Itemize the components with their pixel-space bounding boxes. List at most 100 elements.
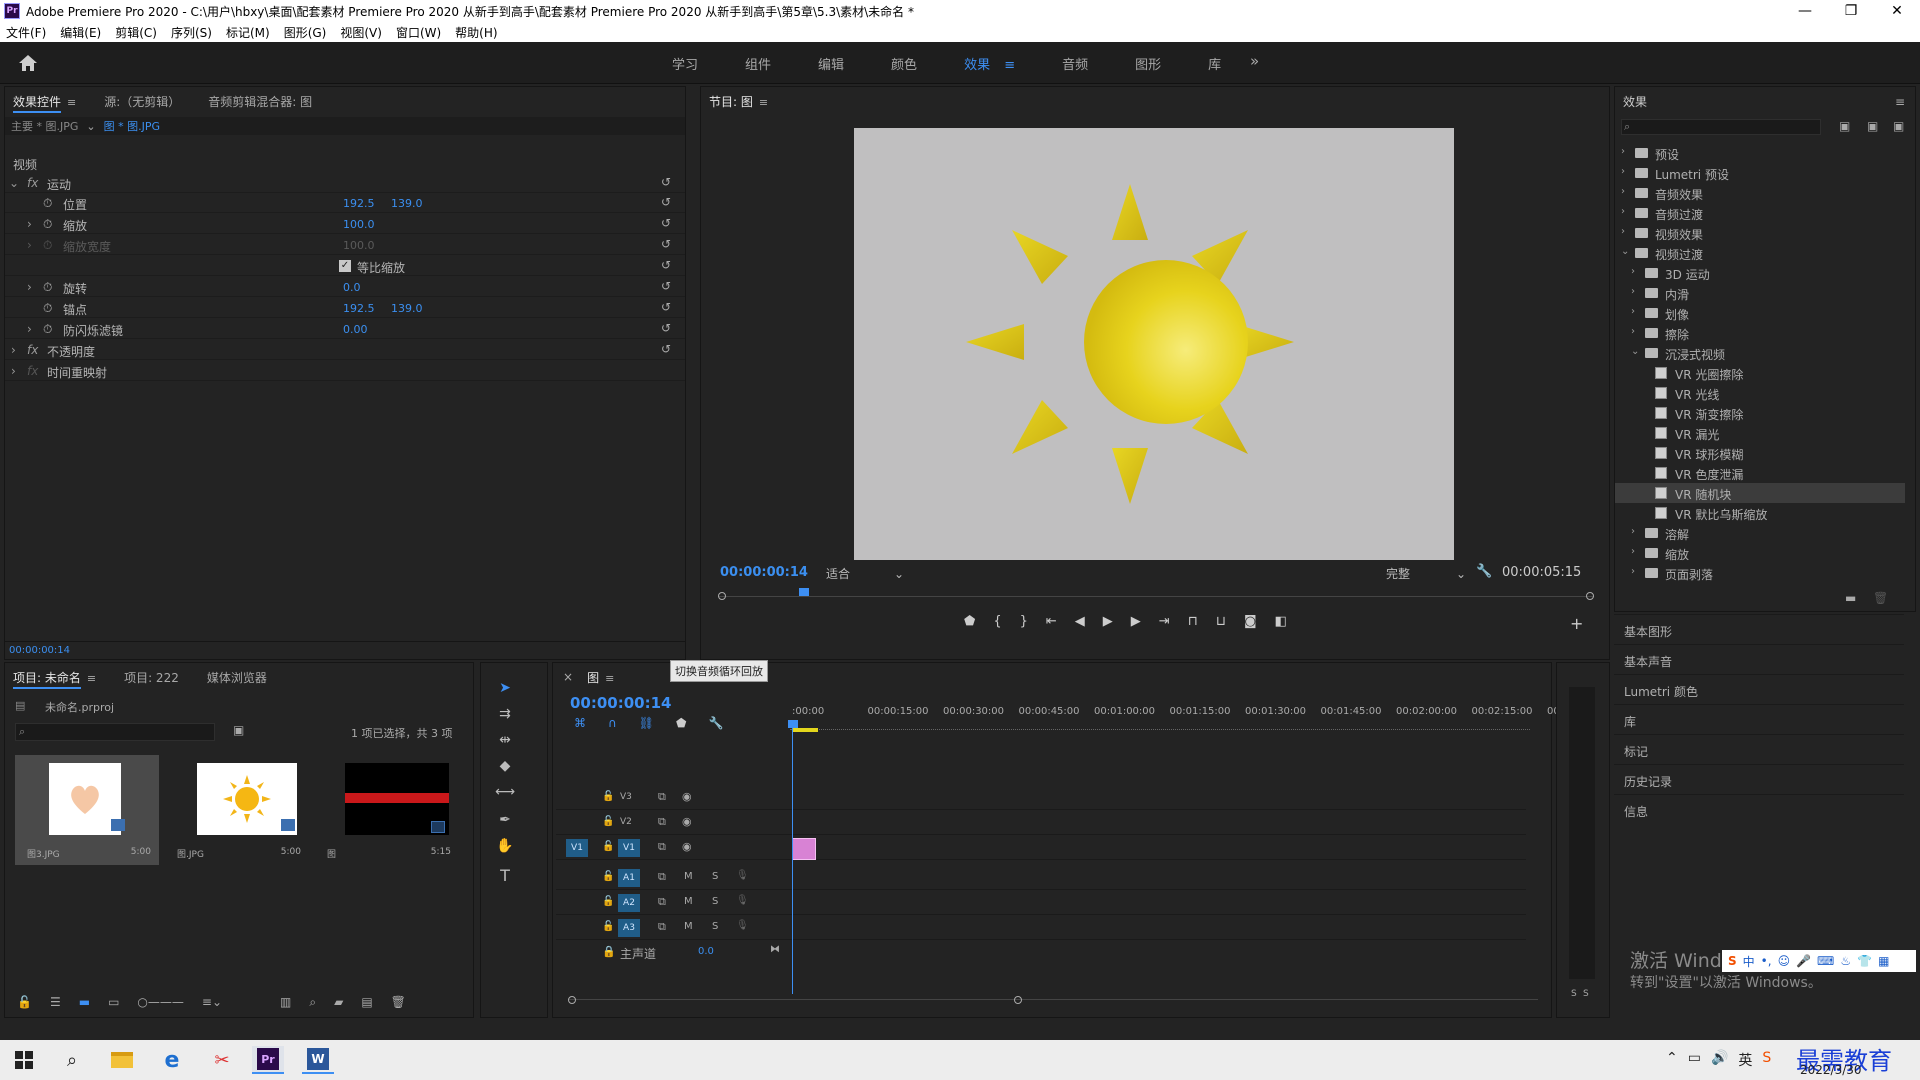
reset-icon[interactable]: ↺ [661,216,671,230]
program-timecode[interactable]: 00:00:00:14 [720,565,808,580]
mark-in-icon[interactable]: { [993,614,1001,629]
scale-value[interactable]: 100.0 [343,218,375,231]
extract-icon[interactable]: ⊔ [1216,614,1226,629]
reset-icon[interactable]: ↺ [661,237,671,251]
tab-audio-clip-mixer[interactable]: 音频剪辑混合器: 图 [208,93,312,110]
mic-icon[interactable]: 🎤 [1796,954,1811,968]
timeline-scrollbar[interactable] [568,996,1538,1004]
chevron-right-icon[interactable]: › [11,364,16,378]
effect-item[interactable]: VR 渐变擦除 [1615,403,1905,423]
new-bin-icon[interactable]: ▬ [1845,591,1856,605]
lock-icon[interactable]: 🔓 [602,816,614,827]
export-frame-icon[interactable]: ◙ [1244,614,1257,629]
project-item-sun[interactable]: 图.JPG 5:00 [165,755,309,865]
chevron-down-icon[interactable]: ⌄ [1631,346,1639,357]
chevron-right-icon[interactable]: › [1631,546,1635,557]
stopwatch-icon[interactable]: ⏱ [43,196,52,211]
chevron-right-icon[interactable]: › [1631,266,1635,277]
trash-icon[interactable]: 🗑 [1873,591,1888,605]
chevron-right-icon[interactable]: › [1631,326,1635,337]
sync-lock-icon[interactable]: ⧉ [658,920,666,934]
fit-select[interactable]: 适合 ⌄ [826,565,904,582]
stopwatch-icon[interactable]: ⏱ [43,280,52,295]
windows-start-icon[interactable] [8,1046,40,1074]
work-area-bar[interactable] [792,728,818,732]
chevron-right-icon[interactable]: › [27,280,32,294]
chevron-right-icon[interactable]: › [1631,306,1635,317]
volume-icon[interactable]: 🔊 [1711,1050,1728,1070]
workspace-tab-editing[interactable]: 编辑 [818,54,844,73]
selection-tool-icon[interactable]: ➤ [494,680,516,702]
workspace-tab-libraries[interactable]: 库 [1208,54,1221,73]
menu-file[interactable]: 文件(F) [6,24,46,41]
new-item-icon[interactable]: ▤ [361,995,372,1009]
solo-button[interactable]: S [712,921,718,932]
solo-right-button[interactable]: S [1583,989,1589,999]
effect-item[interactable]: VR 漏光 [1615,423,1905,443]
sogou-tray-icon[interactable]: S [1762,1050,1771,1070]
sync-lock-icon[interactable]: ⧉ [658,870,666,884]
mute-button[interactable]: M [684,921,693,932]
edge-icon[interactable]: e [156,1046,188,1074]
mic-icon[interactable]: 🎙 [736,895,749,906]
go-to-out-icon[interactable]: ⇥ [1159,614,1170,629]
reset-icon[interactable]: ↺ [661,258,671,272]
mic-icon[interactable]: 🎙 [736,870,749,881]
ime-icon[interactable]: 英 [1738,1050,1752,1070]
tab-project-222[interactable]: 项目: 222 [124,669,179,686]
mute-button[interactable]: M [684,896,693,907]
chevron-down-icon[interactable]: ⌄ [1621,246,1629,257]
automate-icon[interactable]: ▥ [280,995,291,1009]
yuv-effects-icon[interactable]: ▣ [1893,119,1904,133]
sogou-icon[interactable]: S [1728,954,1737,968]
keyboard-icon[interactable]: ⌨ [1817,954,1834,968]
freeform-view-icon[interactable]: ▭ [108,995,119,1009]
chevron-right-icon[interactable]: › [1631,526,1635,537]
effect-item[interactable]: VR 光圈擦除 [1615,363,1905,383]
stopwatch-icon[interactable]: ⏱ [43,301,52,316]
program-time-ruler[interactable] [718,588,1594,602]
chevron-down-icon[interactable]: ⌄ [86,120,95,133]
reset-icon[interactable]: ↺ [661,195,671,209]
active-clip-label[interactable]: 图 * 图.JPG [104,118,160,134]
menu-clip[interactable]: 剪辑(C) [115,24,157,41]
master-clip-label[interactable]: 主要 * 图.JPG [11,118,78,134]
video-clip[interactable] [792,838,816,860]
sync-lock-icon[interactable]: ⧉ [658,790,666,804]
effect-item[interactable]: VR 色度泄漏 [1615,463,1905,483]
lock-icon[interactable]: 🔓 [17,995,32,1009]
chevron-right-icon[interactable]: › [1631,566,1635,577]
sync-lock-icon[interactable]: ⧉ [658,840,666,854]
mute-button[interactable]: M [684,871,693,882]
hand-tool-icon[interactable]: ✋ [494,838,516,860]
menu-window[interactable]: 窗口(W) [396,24,441,41]
effect-item[interactable]: VR 光线 [1615,383,1905,403]
effect-item[interactable]: VR 随机块 [1615,483,1905,503]
icon-view-icon[interactable]: ▬ [79,995,90,1009]
solo-button[interactable]: S [712,871,718,882]
effect-item[interactable]: VR 球形模糊 [1615,443,1905,463]
chevron-down-icon[interactable]: ⌄ [9,176,19,190]
menu-view[interactable]: 视图(V) [340,24,382,41]
wrench-icon[interactable]: 🔧 [1476,564,1492,579]
menu-help[interactable]: 帮助(H) [455,24,497,41]
mic-icon[interactable]: 🎙 [736,920,749,931]
word-taskbar-icon[interactable]: W [302,1046,334,1074]
opacity-row[interactable]: › fx 不透明度 ↺ [5,340,685,360]
chinese-mode-icon[interactable]: 中 [1743,953,1755,970]
chevron-right-icon[interactable]: › [1621,146,1625,157]
tab-media-browser[interactable]: 媒体浏览器 [207,669,267,686]
add-marker-icon[interactable]: ⬟ [964,614,975,629]
type-tool-icon[interactable]: T [494,866,516,888]
time-remap-row[interactable]: › fx 时间重映射 [5,361,685,381]
lock-icon[interactable]: 🔒 [602,945,616,958]
track-target[interactable]: V1 [618,839,640,857]
side-panel-item[interactable]: 标记 [1614,734,1904,764]
workspace-tab-effects[interactable]: 效果 ≡ [964,54,1015,73]
reset-icon[interactable]: ↺ [661,342,671,356]
effects-folder[interactable]: › Lumetri 预设 [1615,163,1905,183]
eye-icon[interactable]: ◉ [682,815,692,828]
chevron-right-icon[interactable]: › [27,322,32,336]
tab-source[interactable]: 源:（无剪辑） [104,93,180,110]
trash-icon[interactable]: 🗑 [391,995,406,1009]
